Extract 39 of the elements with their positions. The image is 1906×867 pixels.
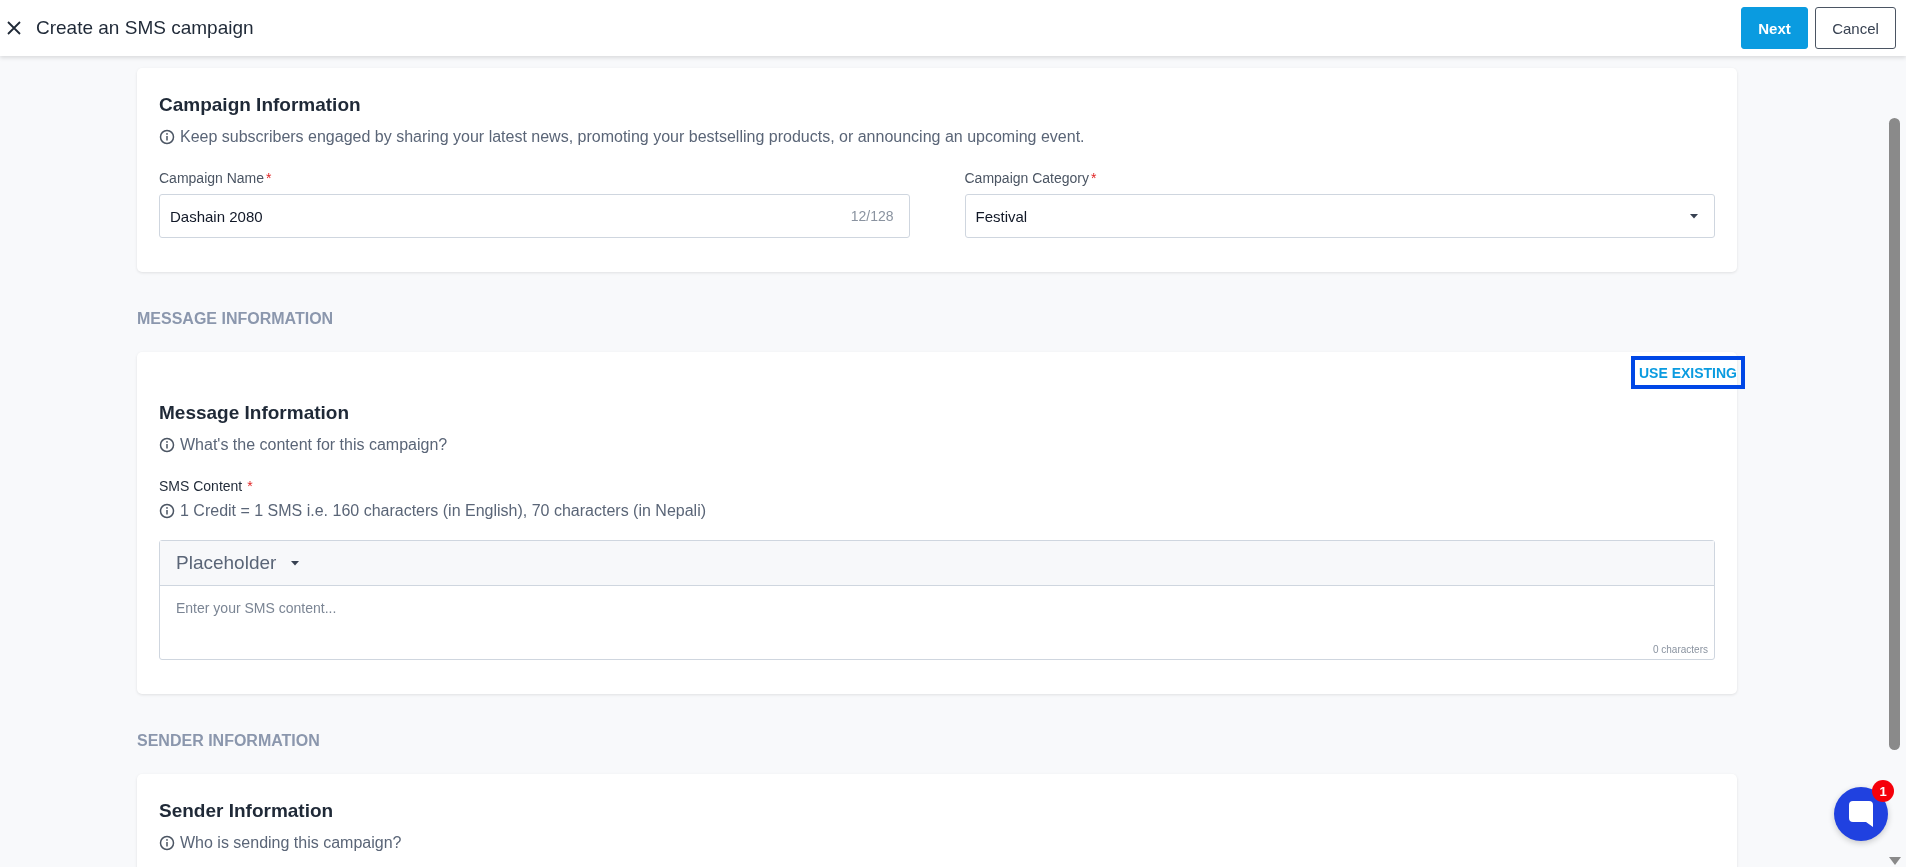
required-mark: * [247, 478, 253, 494]
card-description: What's the content for this campaign? [180, 436, 448, 454]
field-label: Campaign Name [159, 170, 265, 186]
info-icon [159, 437, 175, 453]
text-field[interactable]: Dashain 2080 12/128 [159, 194, 910, 238]
section-heading: MESSAGE INFORMATION [137, 310, 335, 328]
field-value: Dashain 2080 [170, 207, 263, 225]
credit-note: 1 Credit = 1 SMS i.e. 160 characters (in English), 70 characters (in Nepali) [180, 502, 706, 520]
info-icon [159, 503, 175, 519]
card-title: Campaign Information [159, 94, 362, 116]
caret-icon [290, 560, 301, 566]
use-existing-link[interactable]: USE EXISTING [1631, 356, 1745, 389]
required-mark: * [1091, 170, 1097, 186]
section-heading: SENDER INFORMATION [137, 732, 321, 750]
scroll-down-icon [1889, 857, 1901, 865]
notification-badge: 1 [1872, 780, 1894, 802]
character-count: 0 characters [1652, 644, 1708, 655]
card-title: Message Information [159, 402, 351, 424]
card-title: Sender Information [159, 800, 335, 822]
category-dropdown[interactable]: Festival [964, 194, 1715, 238]
info-icon [159, 835, 175, 851]
caret-icon [1689, 213, 1699, 219]
character-counter: 12/128 [850, 208, 894, 224]
sms-editor[interactable]: Placeholder Enter your SMS content... 0 characters [159, 540, 1715, 660]
dropdown-value: Festival [975, 207, 1028, 225]
card-description: Keep subscribers engaged by sharing your latest news, promoting your bestselling products, or announcing an upcoming event. [180, 128, 1085, 146]
placeholder-menu[interactable]: Placeholder [176, 552, 301, 574]
field-label: SMS Content [159, 478, 243, 494]
cancel-button[interactable]: Cancel [1815, 7, 1896, 49]
scrollbar-thumb[interactable] [1889, 118, 1900, 750]
next-button[interactable]: Next [1741, 7, 1808, 49]
page-title: Create an SMS campaign [36, 17, 254, 39]
card-description: Who is sending this campaign? [180, 834, 402, 852]
field-label: Campaign Category [964, 170, 1089, 186]
close-icon [6, 20, 22, 36]
chat-button[interactable] [1834, 787, 1888, 841]
chat-bubble-icon [1849, 801, 1873, 827]
required-mark: * [266, 170, 272, 186]
info-icon [159, 129, 175, 145]
